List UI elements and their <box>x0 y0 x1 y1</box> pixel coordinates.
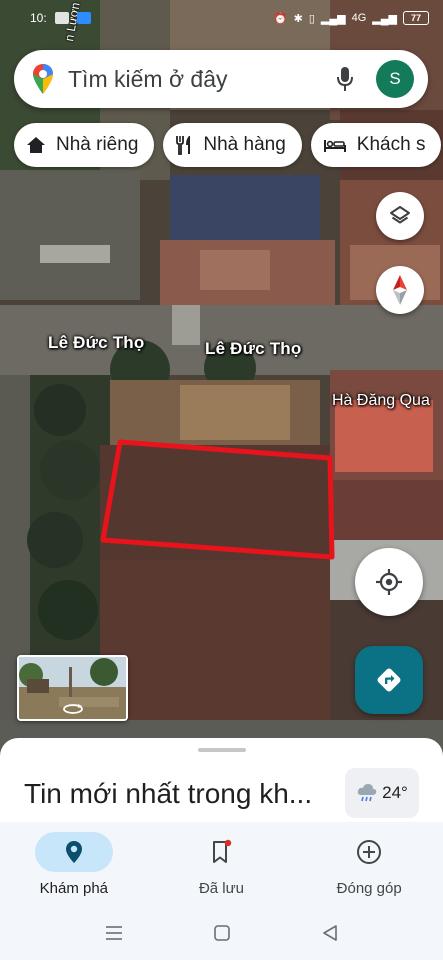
account-avatar[interactable]: S <box>376 60 414 98</box>
satellite-map[interactable]: n Lươn Lê Đức Thọ Lê Đức Thọ Hà Đăng Qua <box>0 0 443 760</box>
menu-icon[interactable] <box>105 925 123 941</box>
street-view-thumbnail[interactable] <box>17 655 128 721</box>
nav-saved-pill <box>183 832 261 872</box>
compass-button[interactable] <box>376 266 424 314</box>
rotate-360-icon <box>62 704 83 714</box>
chip-hotels-label: Khách s <box>356 134 426 155</box>
signal-icon: ▂▄▆ <box>320 12 346 25</box>
bottom-navigation: Khám phá Đã lưu Đóng góp <box>0 822 443 914</box>
chip-home[interactable]: Nhà riêng <box>14 123 155 167</box>
restaurant-icon <box>176 136 191 155</box>
back-triangle-icon[interactable] <box>322 924 338 942</box>
directions-icon <box>377 668 401 692</box>
bluetooth-icon: ✱ <box>293 12 303 25</box>
nav-saved-label: Đã lưu <box>198 880 245 897</box>
system-navigation-bar <box>0 906 443 960</box>
alarm-icon: ⏰ <box>273 12 288 25</box>
category-chips: Nhà riêng Nhà hàng Khách s <box>14 123 442 167</box>
sheet-drag-handle[interactable] <box>198 748 246 752</box>
add-circle-icon <box>357 840 382 864</box>
sheet-title: Tin mới nhất trong kh... <box>24 778 313 809</box>
road-label-le-duc-tho-1: Lê Đức Thọ <box>48 333 145 352</box>
search-input[interactable]: Tìm kiếm ở đây <box>68 66 336 93</box>
bookmark-icon <box>212 839 231 863</box>
nav-contribute[interactable]: Đóng góp <box>295 822 443 914</box>
home-icon <box>27 137 45 153</box>
layers-icon <box>390 206 410 224</box>
chip-home-label: Nhà riêng <box>56 134 139 155</box>
nav-contribute-label: Đóng góp <box>336 880 402 897</box>
vibrate-icon: ▯ <box>308 12 315 25</box>
explore-pin-icon <box>65 841 82 863</box>
crosshair-location-icon <box>376 569 402 595</box>
signal-icon-2: ▂▄▆ <box>372 12 397 25</box>
nav-explore-label: Khám phá <box>39 880 109 897</box>
battery-indicator: 77 <box>403 11 429 25</box>
cloud-rain-icon <box>357 784 377 802</box>
chip-restaurants[interactable]: Nhà hàng <box>163 123 302 167</box>
network-type: 4G <box>351 12 367 24</box>
directions-button[interactable] <box>355 646 423 714</box>
nav-saved[interactable]: Đã lưu <box>148 822 296 914</box>
nav-explore-pill <box>34 832 113 872</box>
status-bar: 10: ⏰ ✱ ▯ ▂▄▆ 4G ▂▄▆ 77 <box>0 0 443 36</box>
compass-icon <box>393 275 407 305</box>
layers-button[interactable] <box>376 192 424 240</box>
google-maps-logo-icon <box>33 64 53 94</box>
my-location-button[interactable] <box>355 548 423 616</box>
temperature: 24° <box>382 783 408 802</box>
microphone-icon[interactable] <box>336 66 354 92</box>
weather-chip[interactable]: 24° <box>345 768 419 818</box>
poi-label[interactable]: Hà Đăng Qua <box>332 392 430 410</box>
app-notification-icon <box>76 12 91 24</box>
status-time: 10: <box>30 11 47 25</box>
chip-hotels[interactable]: Khách s <box>310 123 442 167</box>
search-bar[interactable]: Tìm kiếm ở đây S <box>14 50 428 108</box>
nav-contribute-pill <box>330 832 408 872</box>
zalo-notification-icon <box>54 12 69 24</box>
nav-explore[interactable]: Khám phá <box>0 822 148 914</box>
home-square-icon[interactable] <box>213 924 231 942</box>
chip-restaurants-label: Nhà hàng <box>203 134 286 155</box>
road-label-le-duc-tho-2: Lê Đức Thọ <box>205 339 302 358</box>
hotel-icon <box>323 140 346 152</box>
